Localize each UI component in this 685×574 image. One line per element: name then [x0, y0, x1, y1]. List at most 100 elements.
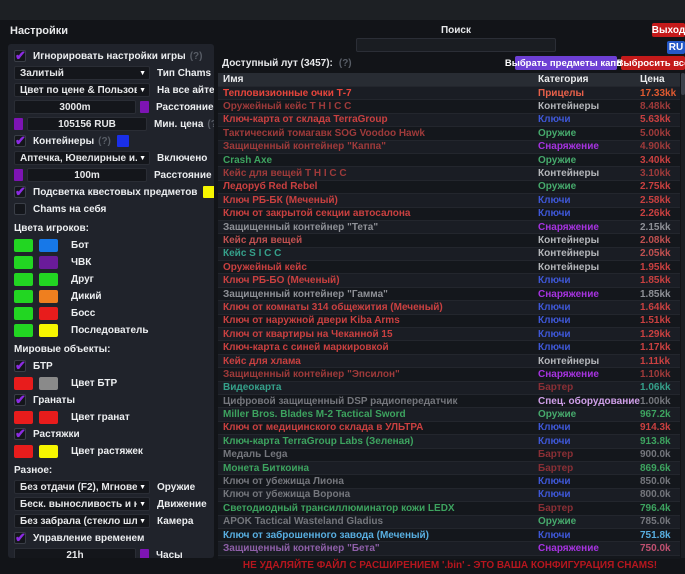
grenade-color-swatch[interactable]	[14, 411, 33, 424]
table-row[interactable]: Miller Bros. Blades M-2 Tactical Sword О…	[218, 407, 680, 420]
tripwire-color-swatch[interactable]	[39, 445, 58, 458]
containers-color-swatch[interactable]	[117, 135, 129, 147]
table-row[interactable]: Кейс для хлама Контейнеры 1.11kk	[218, 354, 680, 367]
player-color-swatch[interactable]	[39, 290, 58, 303]
player-color-swatch[interactable]	[39, 307, 58, 320]
container-distance-input[interactable]: 100m	[27, 168, 147, 182]
table-row[interactable]: Ключ от квартиры на Чеканной 15 Ключи 1.…	[218, 327, 680, 340]
table-row[interactable]: Защищенный контейнер "Бета" Снаряжение 7…	[218, 541, 680, 554]
table-row[interactable]: Ключ от наружной двери Kiba Arms Ключи 1…	[218, 314, 680, 327]
help-hint-icon[interactable]: (?)	[98, 136, 111, 147]
table-row[interactable]: Ключ от убежища Лиона Ключи 850.0k	[218, 474, 680, 487]
player-color-swatch[interactable]	[14, 307, 33, 320]
table-row[interactable]: Защищенный контейнер "Эпсилон" Снаряжени…	[218, 367, 680, 380]
help-hint-icon[interactable]: (?)	[207, 119, 214, 130]
table-row[interactable]: Кейс для вещей T H I C C Контейнеры 3.10…	[218, 166, 680, 179]
player-color-swatch[interactable]	[14, 256, 33, 269]
btr-color-swatch[interactable]	[39, 377, 58, 390]
table-row[interactable]: Кейс для вещей Контейнеры 2.08kk	[218, 233, 680, 246]
min-price-input[interactable]: 105156 RUB	[27, 117, 147, 131]
column-header-name[interactable]: Имя	[218, 74, 538, 85]
table-row[interactable]: Оружейный кейс T H I C C Контейнеры 8.48…	[218, 99, 680, 112]
grenade-color-swatch[interactable]	[39, 411, 58, 424]
table-scrollbar[interactable]	[681, 73, 685, 558]
table-row[interactable]: Ключ-карта от склада TerraGroup Ключи 5.…	[218, 113, 680, 126]
item-price: 1.85kk	[640, 289, 680, 300]
item-name: Ключ от убежища Лиона	[218, 476, 538, 487]
time-control-checkbox[interactable]	[14, 532, 26, 544]
search-input[interactable]	[356, 38, 556, 52]
player-color-swatch[interactable]	[39, 273, 58, 286]
camera-select[interactable]: Без забрала (стекло шлема) ▼	[14, 514, 150, 528]
tripwires-checkbox[interactable]	[14, 428, 26, 440]
player-color-swatch[interactable]	[14, 324, 33, 337]
player-color-swatch[interactable]	[39, 324, 58, 337]
chams-self-checkbox[interactable]	[14, 203, 26, 215]
container-distance-color-swatch[interactable]	[14, 169, 23, 181]
player-color-swatch[interactable]	[39, 239, 58, 252]
table-row[interactable]: Кейс S I C C Контейнеры 2.05kk	[218, 247, 680, 260]
table-row[interactable]: Ключ от закрытой секции автосалона Ключи…	[218, 207, 680, 220]
chevron-down-icon: ▼	[139, 87, 146, 94]
ignore-game-checkbox[interactable]	[14, 50, 26, 62]
table-row[interactable]: APOK Tactical Wasteland Gladius Оружие 7…	[218, 515, 680, 528]
table-row[interactable]	[218, 555, 680, 559]
chams-type-select[interactable]: Залитый ▼	[14, 66, 150, 80]
player-color-swatch[interactable]	[14, 239, 33, 252]
table-row[interactable]: Видеокарта Бартер 1.06kk	[218, 381, 680, 394]
container-types-select[interactable]: Аптечка, Ювелирные и... ▼	[14, 151, 150, 165]
table-row[interactable]: Ледоруб Red Rebel Оружие 2.75kk	[218, 180, 680, 193]
player-color-swatch[interactable]	[14, 290, 33, 303]
grenades-checkbox[interactable]	[14, 394, 26, 406]
weapon-select[interactable]: Без отдачи (F2), Мгновенное п ▼	[14, 480, 150, 494]
table-row[interactable]: Ключ РБ-БК (Меченый) Ключи 2.58kk	[218, 193, 680, 206]
table-row[interactable]: Ключ-карта с синей маркировкой Ключи 1.1…	[218, 340, 680, 353]
chams-type-label: Тип Chams	[157, 68, 211, 79]
table-row[interactable]: Тактический томагавк SOG Voodoo Hawk Ору…	[218, 126, 680, 139]
misc-section-title: Разное:	[14, 463, 208, 477]
containers-checkbox[interactable]	[14, 135, 26, 147]
table-row[interactable]: Ключ от заброшенного завода (Меченый) Кл…	[218, 528, 680, 541]
distance-label: Расстояние	[156, 102, 214, 113]
color-mode-select[interactable]: Цвет по цене & Пользователь ▼	[14, 83, 150, 97]
select-kappa-items-button[interactable]: Выбрать предметы каппа	[515, 56, 617, 70]
table-row[interactable]: Медаль Lega Бартер 900.0k	[218, 448, 680, 461]
scrollbar-thumb[interactable]	[681, 73, 685, 95]
table-row[interactable]: Защищенный контейнер "Гамма" Снаряжение …	[218, 287, 680, 300]
table-row[interactable]: Цифровой защищенный DSP радиопередатчик …	[218, 394, 680, 407]
distance-input[interactable]: 3000m	[14, 100, 136, 114]
table-row[interactable]: Ключ-карта TerraGroup Labs (Зеленая) Клю…	[218, 434, 680, 447]
tripwire-color-swatch[interactable]	[14, 445, 33, 458]
hours-input[interactable]: 21h	[14, 548, 136, 558]
discard-all-button[interactable]: Выбросить все	[621, 56, 685, 70]
table-row[interactable]: Ключ от комнаты 314 общежития (Меченый) …	[218, 300, 680, 313]
min-price-color-swatch[interactable]	[14, 118, 23, 130]
table-row[interactable]: Тепловизионные очки Т-7 Прицелы 17.33kk	[218, 86, 680, 99]
column-header-price[interactable]: Цена	[640, 74, 680, 85]
quest-highlight-checkbox[interactable]	[14, 186, 26, 198]
table-row[interactable]: Ключ от медицинского склада в УЛЬТРА Клю…	[218, 421, 680, 434]
quest-highlight-color-swatch[interactable]	[203, 186, 214, 198]
btr-checkbox[interactable]	[14, 360, 26, 372]
table-row[interactable]: Защищенный контейнер "Каппа" Снаряжение …	[218, 140, 680, 153]
setting-container-distance-row: 100m Расстояние	[14, 168, 208, 182]
help-hint-icon[interactable]: (?)	[339, 58, 352, 69]
distance-color-swatch[interactable]	[140, 101, 149, 113]
exit-button[interactable]: Выход	[652, 23, 685, 37]
table-row[interactable]: Ключ РБ-БО (Меченый) Ключи 1.85kk	[218, 273, 680, 286]
movement-select[interactable]: Беск. выносливость и нет уста ▼	[14, 497, 150, 511]
table-row[interactable]: Ключ от убежища Ворона Ключи 800.0k	[218, 488, 680, 501]
item-category: Спец. оборудование	[538, 396, 640, 407]
player-color-swatch[interactable]	[14, 273, 33, 286]
help-hint-icon[interactable]: (?)	[190, 51, 203, 62]
table-row[interactable]: Crash Axe Оружие 3.40kk	[218, 153, 680, 166]
table-row[interactable]: Оружейный кейс Контейнеры 1.95kk	[218, 260, 680, 273]
table-row[interactable]: Светодиодный трансиллюминатор кожи LEDX …	[218, 501, 680, 514]
column-header-category[interactable]: Категория	[538, 74, 640, 85]
hours-color-swatch[interactable]	[140, 549, 149, 558]
table-row[interactable]: Монета Биткоина Бартер 869.6k	[218, 461, 680, 474]
language-button[interactable]: RU	[667, 41, 685, 54]
btr-color-swatch[interactable]	[14, 377, 33, 390]
player-color-swatch[interactable]	[39, 256, 58, 269]
table-row[interactable]: Защищенный контейнер "Тета" Снаряжение 2…	[218, 220, 680, 233]
